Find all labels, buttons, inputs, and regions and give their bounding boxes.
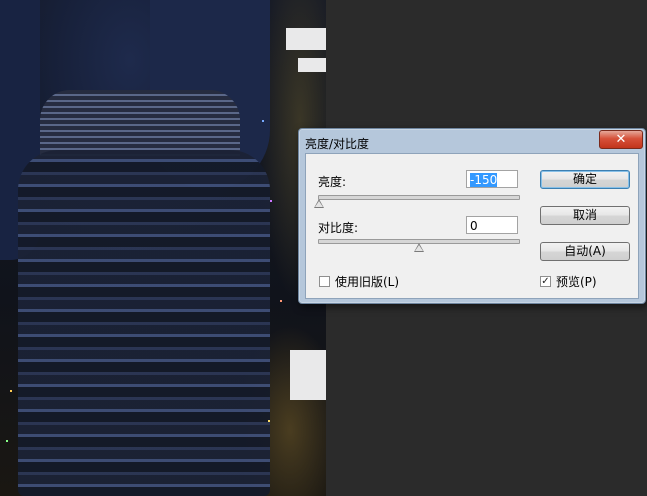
- noise-speck: [280, 300, 282, 302]
- noise-speck: [10, 390, 12, 392]
- preview-label[interactable]: 预览(P): [556, 273, 597, 290]
- dialog-body: 亮度: -150 对比度: 0 使用旧版(L) 确定 取消 自动(A) ✓ 预览…: [305, 153, 639, 299]
- contrast-input[interactable]: 0: [466, 216, 518, 234]
- preview-checkbox[interactable]: ✓: [540, 276, 551, 287]
- contrast-slider-track[interactable]: [318, 239, 520, 252]
- cancel-button[interactable]: 取消: [540, 206, 630, 225]
- use-legacy-checkbox[interactable]: [319, 276, 330, 287]
- noise-speck: [262, 120, 264, 122]
- ok-button[interactable]: 确定: [540, 170, 630, 189]
- brightness-slider-thumb[interactable]: [314, 199, 324, 208]
- dialog-title: 亮度/对比度: [305, 137, 370, 151]
- contrast-label: 对比度:: [318, 221, 359, 235]
- close-button[interactable]: ✕: [599, 130, 643, 149]
- auto-button[interactable]: 自动(A): [540, 242, 630, 261]
- contrast-slider-thumb[interactable]: [414, 243, 424, 252]
- brightness-contrast-dialog: 亮度/对比度 ✕ 亮度: -150 对比度: 0 使用旧版(L) 确定 取消 自…: [298, 128, 646, 304]
- noise-speck: [270, 200, 272, 202]
- dialog-titlebar[interactable]: 亮度/对比度 ✕: [299, 129, 645, 153]
- bright-highlight: [286, 28, 326, 50]
- brightness-input[interactable]: -150: [466, 170, 518, 188]
- brightness-value: -150: [470, 173, 498, 187]
- close-icon: ✕: [615, 132, 627, 147]
- noise-speck: [268, 420, 270, 422]
- dress-stripes: [18, 150, 270, 496]
- bright-highlight: [290, 350, 326, 400]
- photo-canvas[interactable]: [0, 0, 326, 496]
- contrast-value: 0: [470, 219, 478, 233]
- use-legacy-label[interactable]: 使用旧版(L): [335, 273, 399, 290]
- brightness-slider-track[interactable]: [314, 195, 520, 208]
- brightness-label: 亮度:: [318, 175, 347, 189]
- noise-speck: [6, 440, 8, 442]
- bright-highlight: [298, 58, 326, 72]
- checkmark-icon: ✓: [541, 276, 550, 287]
